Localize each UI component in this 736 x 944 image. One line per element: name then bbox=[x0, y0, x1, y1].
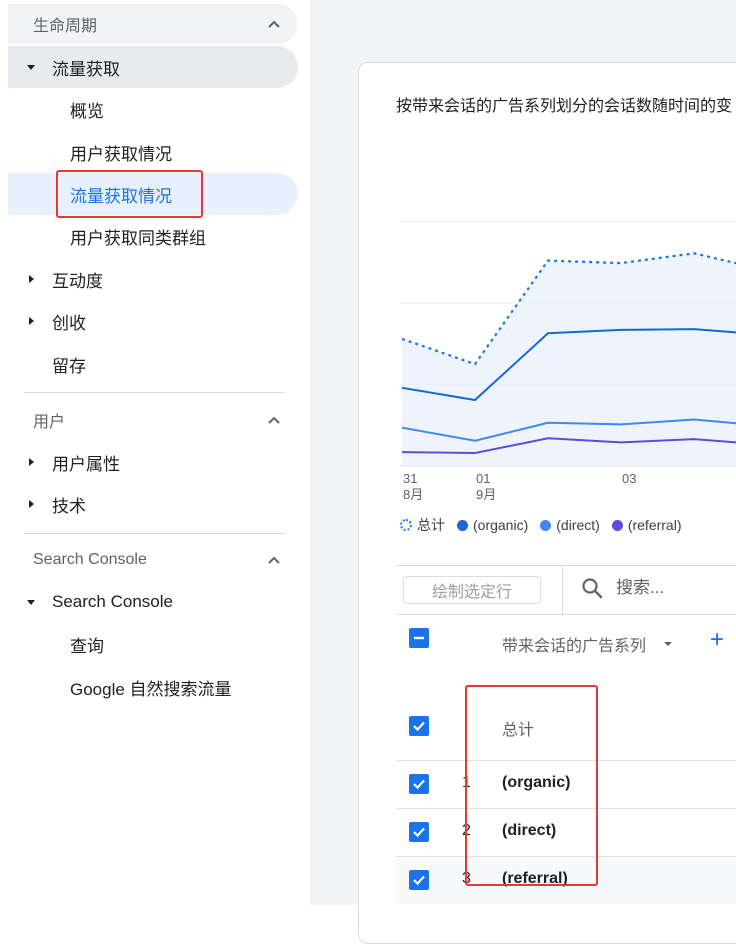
row-checkbox[interactable] bbox=[409, 774, 429, 794]
row-checkbox[interactable] bbox=[409, 870, 429, 890]
highlight-box bbox=[465, 685, 598, 886]
row-checkbox-total[interactable] bbox=[409, 716, 429, 736]
divider bbox=[396, 614, 736, 615]
nav-label: Google 自然搜索流量 bbox=[70, 679, 232, 699]
nav-search-console-group[interactable]: Search Console bbox=[8, 581, 298, 623]
section-search-console-label: Search Console bbox=[33, 551, 147, 568]
section-search-console-header[interactable]: Search Console bbox=[8, 540, 298, 580]
series-area-total bbox=[402, 253, 736, 466]
nav-traffic-acquisition-group[interactable]: 流量获取 bbox=[8, 46, 298, 88]
chevron-up-icon bbox=[268, 416, 280, 424]
checkmark-icon bbox=[413, 779, 425, 790]
dimension-selector[interactable]: 带来会话的广告系列 bbox=[502, 632, 674, 656]
x-tick-label: 31 8月 bbox=[403, 471, 423, 503]
nav-label: 用户获取情况 bbox=[70, 144, 172, 164]
nav-retention[interactable]: 留存 bbox=[8, 343, 298, 385]
legend-label: 总计 bbox=[417, 517, 445, 533]
x-tick-label: 01 9月 bbox=[476, 471, 496, 503]
x-tick-day: 31 bbox=[403, 471, 418, 486]
divider bbox=[24, 392, 285, 393]
legend-label: (direct) bbox=[556, 517, 600, 533]
divider bbox=[562, 566, 563, 614]
nav-label: 用户获取同类群组 bbox=[70, 228, 206, 248]
section-user-label: 用户 bbox=[33, 414, 66, 431]
x-tick-month: 9月 bbox=[476, 487, 497, 502]
chart-title: 按带来会话的广告系列划分的会话数随时间的变 bbox=[396, 98, 733, 115]
nav-label: 查询 bbox=[70, 636, 104, 656]
caret-down-icon bbox=[27, 65, 35, 70]
chevron-up-icon bbox=[268, 20, 280, 28]
divider bbox=[396, 565, 736, 566]
checkmark-icon bbox=[413, 827, 425, 838]
nav-label: 留存 bbox=[52, 356, 86, 376]
nav-monetization[interactable]: 创收 bbox=[8, 300, 298, 342]
nav-label: 创收 bbox=[52, 313, 86, 333]
nav-item-user-acquisition-cohort[interactable]: 用户获取同类群组 bbox=[8, 215, 298, 257]
dropdown-arrow-icon bbox=[664, 642, 673, 646]
nav-label: Search Console bbox=[52, 592, 173, 611]
checkmark-icon bbox=[413, 721, 425, 732]
add-dimension-icon[interactable]: + bbox=[710, 628, 724, 652]
nav-label: 流量获取 bbox=[52, 59, 120, 79]
section-lifecycle-label: 生命周期 bbox=[33, 18, 98, 35]
nav-label: 技术 bbox=[52, 496, 86, 516]
legend-dot-icon bbox=[457, 519, 468, 531]
nav-label: 用户属性 bbox=[52, 454, 120, 474]
x-tick-month: 8月 bbox=[403, 487, 424, 502]
legend-item-organic[interactable]: (organic) bbox=[457, 517, 528, 533]
caret-right-icon bbox=[29, 317, 34, 325]
search-input[interactable] bbox=[614, 577, 736, 599]
legend-dashed-dot-icon bbox=[400, 519, 412, 531]
highlight-box bbox=[56, 170, 203, 218]
nav-item-overview[interactable]: 概览 bbox=[8, 88, 298, 130]
section-lifecycle-header[interactable]: 生命周期 bbox=[8, 4, 298, 44]
legend-item-total[interactable]: 总计 bbox=[400, 515, 445, 535]
chevron-up-icon bbox=[268, 556, 280, 564]
chart-legend: 总计 (organic) (direct) (referral) bbox=[400, 515, 693, 535]
nav-item-queries[interactable]: 查询 bbox=[8, 623, 298, 665]
nav-engagement[interactable]: 互动度 bbox=[8, 258, 298, 300]
legend-dot-icon bbox=[611, 519, 623, 531]
nav-item-google-organic-search[interactable]: Google 自然搜索流量 bbox=[8, 666, 298, 708]
x-tick-day: 03 bbox=[622, 471, 637, 486]
plot-selected-rows-button[interactable]: 绘制选定行 bbox=[403, 576, 541, 604]
x-tick-label: 03 bbox=[622, 471, 636, 487]
table-search bbox=[580, 576, 736, 600]
nav-user-attributes[interactable]: 用户属性 bbox=[8, 441, 298, 483]
search-icon[interactable] bbox=[580, 576, 604, 600]
legend-item-referral[interactable]: (referral) bbox=[611, 517, 682, 533]
legend-item-direct[interactable]: (direct) bbox=[540, 517, 600, 533]
sidebar: 生命周期 流量获取 概览 用户获取情况 流量获取情况 用户获取同类群组 互动度 … bbox=[0, 0, 310, 905]
x-tick-day: 01 bbox=[476, 471, 491, 486]
divider bbox=[24, 533, 285, 534]
section-user-header[interactable]: 用户 bbox=[8, 400, 298, 440]
caret-right-icon bbox=[29, 275, 34, 283]
caret-down-icon bbox=[27, 600, 35, 605]
dimension-header-label: 带来会话的广告系列 bbox=[502, 638, 647, 655]
nav-tech[interactable]: 技术 bbox=[8, 483, 298, 525]
legend-label: (organic) bbox=[473, 517, 529, 533]
legend-label: (referral) bbox=[627, 517, 682, 533]
line-chart[interactable] bbox=[400, 140, 736, 470]
row-checkbox[interactable] bbox=[409, 822, 429, 842]
nav-label: 互动度 bbox=[52, 271, 103, 291]
caret-right-icon bbox=[29, 500, 34, 508]
nav-label: 概览 bbox=[70, 101, 104, 121]
minus-icon bbox=[414, 636, 424, 640]
caret-right-icon bbox=[29, 458, 34, 466]
nav-item-user-acquisition[interactable]: 用户获取情况 bbox=[8, 131, 298, 173]
select-all-checkbox[interactable] bbox=[409, 628, 429, 648]
checkmark-icon bbox=[413, 875, 425, 886]
legend-dot-icon bbox=[540, 519, 552, 531]
